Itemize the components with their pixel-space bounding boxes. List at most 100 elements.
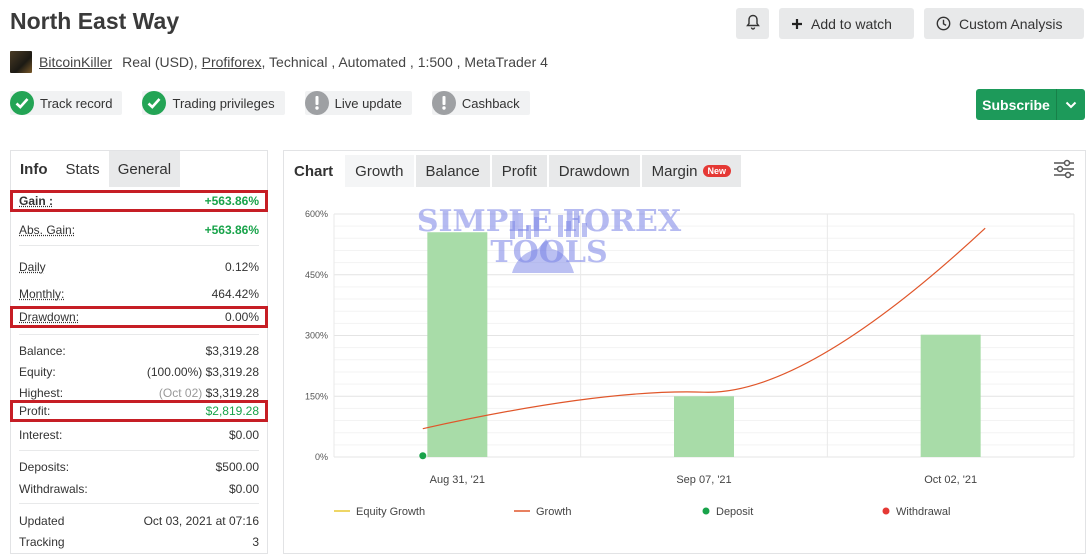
stat-value: Oct 03, 2021 at 07:16 — [143, 514, 259, 528]
stat-label: Highest: — [19, 386, 64, 400]
tab-chart[interactable]: Chart — [284, 155, 343, 187]
y-tick-label: 600% — [305, 209, 328, 219]
check-icon — [10, 91, 34, 115]
stat-value: $500.00 — [215, 460, 259, 474]
custom-analysis-button[interactable]: Custom Analysis — [924, 8, 1084, 39]
badge-track-record[interactable]: Track record — [10, 91, 123, 115]
account-type: Real (USD), — [122, 54, 198, 70]
account-details: , Technical , Automated , 1:500 , MetaTr… — [261, 54, 548, 70]
stat-value: 0.00% — [224, 310, 259, 324]
stat-gain: Gain : +563.86% — [10, 190, 268, 212]
subscribe-button[interactable]: Subscribe — [976, 89, 1085, 120]
stat-label[interactable]: Monthly: — [19, 287, 64, 301]
stat-interest: Interest: $0.00 — [11, 424, 267, 446]
watermark-line2: TOOLS — [490, 235, 608, 270]
badge-label: Track record — [40, 95, 113, 111]
subscribe-label[interactable]: Subscribe — [976, 89, 1057, 120]
stat-value: $3,319.28 — [205, 386, 259, 400]
y-tick-label: 300% — [305, 331, 328, 341]
legend-swatch — [882, 507, 890, 515]
stat-label[interactable]: Drawdown: — [19, 310, 79, 324]
exclamation-icon — [431, 91, 456, 115]
stat-abs-gain: Abs. Gain: +563.86% — [11, 219, 267, 241]
stat-value: $3,319.28 — [205, 365, 259, 379]
stat-label[interactable]: Abs. Gain: — [19, 223, 75, 237]
y-tick-label: 450% — [305, 270, 328, 280]
divider — [19, 450, 259, 451]
chart-legend: Equity Growth Growth Deposit Withdrawal — [334, 506, 950, 518]
stat-value: 0.12% — [224, 260, 259, 274]
x-tick-label: Sep 07, '21 — [676, 474, 731, 486]
plus-icon — [791, 18, 803, 30]
tab-margin[interactable]: Margin New — [641, 155, 742, 187]
stat-label: Equity: — [19, 365, 56, 379]
stat-value: +563.86% — [204, 194, 259, 208]
badge-label: Live update — [334, 95, 402, 111]
stat-label[interactable]: Gain : — [19, 194, 53, 208]
avatar[interactable] — [10, 51, 32, 73]
growth-bar — [674, 396, 734, 457]
tab-growth[interactable]: Growth — [345, 155, 414, 187]
chevron-down-icon[interactable] — [1057, 89, 1085, 120]
broker-link[interactable]: Profiforex — [202, 54, 262, 70]
stat-value: $2,819.28 — [205, 404, 259, 418]
stat-label: Balance: — [19, 344, 66, 358]
x-tick-label: Oct 02, '21 — [924, 474, 977, 486]
legend-label: Equity Growth — [356, 506, 425, 518]
add-to-watch-label: Add to watch — [811, 15, 892, 32]
tab-general[interactable]: General — [108, 151, 181, 187]
stat-daily: Daily 0.12% — [11, 256, 267, 278]
stats-tabs: Info Stats General — [11, 151, 267, 187]
stat-updated: Updated Oct 03, 2021 at 07:16 — [11, 510, 267, 532]
user-link[interactable]: BitcoinKiller — [39, 54, 112, 70]
new-badge: New — [702, 165, 732, 177]
x-tick-label: Aug 31, '21 — [430, 474, 485, 486]
stat-label: Tracking — [19, 535, 65, 549]
badge-trading-privileges[interactable]: Trading privileges — [142, 91, 285, 115]
badge-cashback[interactable]: Cashback — [431, 91, 530, 115]
stat-withdrawals: Withdrawals: $0.00 — [11, 478, 267, 500]
stat-equity: Equity: (100.00%) $3,319.28 — [11, 361, 267, 383]
highest-date: (Oct 02) — [158, 386, 203, 400]
verification-badges: Track record Trading privileges Live upd… — [10, 91, 530, 115]
tab-profit[interactable]: Profit — [491, 155, 547, 187]
divider — [19, 334, 259, 335]
legend-label: Growth — [536, 506, 571, 518]
y-tick-label: 0% — [315, 452, 328, 462]
exclamation-icon — [304, 91, 329, 115]
watermark: SIMPLE FOREX TOOLS — [404, 206, 694, 268]
stat-label: Updated — [19, 514, 65, 528]
stat-label[interactable]: Daily — [19, 260, 46, 274]
account-info: BitcoinKiller Real (USD), Profiforex , T… — [10, 51, 548, 73]
clock-icon — [936, 16, 951, 31]
chart-settings-icon[interactable] — [1053, 159, 1075, 184]
tab-balance[interactable]: Balance — [415, 155, 490, 187]
badge-live-update[interactable]: Live update — [304, 91, 412, 115]
stat-profit: Profit: $2,819.28 — [10, 400, 268, 422]
stat-tracking: Tracking 3 — [11, 531, 267, 553]
tab-stats[interactable]: Stats — [57, 151, 109, 187]
deposit-point — [419, 452, 427, 460]
stat-value: 464.42% — [211, 287, 259, 301]
badge-label: Trading privileges — [172, 95, 275, 111]
stat-label: Deposits: — [19, 460, 70, 474]
custom-analysis-label: Custom Analysis — [959, 15, 1063, 32]
page-title: North East Way — [10, 8, 180, 34]
chart-tabs: Chart Growth Balance Profit Drawdown Mar… — [284, 155, 743, 187]
badge-label: Cashback — [461, 95, 520, 111]
stat-value: $3,319.28 — [205, 344, 259, 358]
divider — [19, 503, 259, 504]
tab-drawdown[interactable]: Drawdown — [548, 155, 640, 187]
stat-value: +563.86% — [204, 223, 259, 237]
legend-label: Withdrawal — [896, 506, 950, 518]
stat-label: Withdrawals: — [19, 482, 88, 496]
watermark-line1: SIMPLE FOREX — [416, 204, 682, 239]
equity-percent: (100.00%) — [146, 365, 203, 379]
stat-value: $0.00 — [228, 482, 259, 496]
stat-value: 3 — [252, 535, 259, 549]
stat-label: Interest: — [19, 428, 63, 442]
notify-button[interactable] — [736, 8, 769, 39]
tab-info[interactable]: Info — [11, 151, 57, 187]
add-to-watch-button[interactable]: Add to watch — [779, 8, 914, 39]
growth-bar — [920, 334, 981, 457]
